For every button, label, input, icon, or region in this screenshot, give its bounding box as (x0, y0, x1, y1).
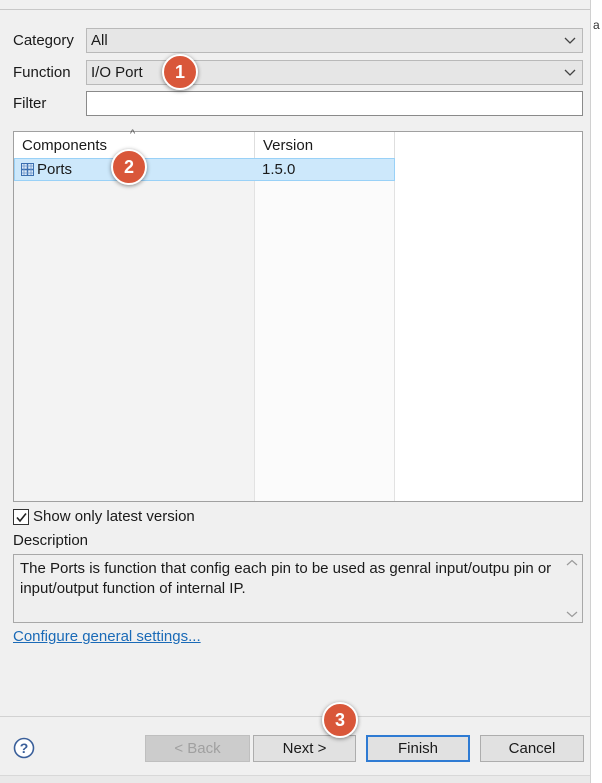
components-table[interactable]: Components ^ Version Ports 1.5.0 (13, 128, 583, 502)
function-value: I/O Port (91, 64, 143, 81)
description-scrollbar[interactable] (563, 556, 581, 621)
function-label: Function (13, 64, 71, 81)
checkmark-icon (16, 513, 27, 523)
component-version: 1.5.0 (262, 161, 296, 178)
button-bar-separator (0, 716, 590, 717)
background-text-fragment: a (593, 18, 600, 32)
help-icon[interactable]: ? (13, 737, 35, 759)
scroll-down-icon[interactable] (566, 610, 578, 618)
function-select[interactable]: I/O Port (86, 60, 583, 85)
next-button[interactable]: Next > (253, 735, 356, 762)
cancel-button[interactable]: Cancel (480, 735, 584, 762)
description-text-area[interactable]: The Ports is function that config each p… (13, 554, 583, 623)
chevron-down-icon (564, 37, 576, 44)
table-row[interactable]: Ports 1.5.0 (14, 158, 395, 181)
filter-label: Filter (13, 95, 47, 112)
expand-plus-icon[interactable] (21, 163, 34, 176)
category-select[interactable]: All (86, 28, 583, 53)
step-badge-2: 2 (111, 149, 147, 185)
step-badge-3: 3 (322, 702, 358, 738)
chevron-down-icon (564, 69, 576, 76)
version-column-bg (255, 132, 395, 501)
version-column-header[interactable]: Version (255, 132, 395, 158)
svg-text:?: ? (20, 740, 29, 756)
show-latest-checkbox[interactable] (13, 509, 29, 525)
components-column-bg (14, 132, 255, 501)
background-window-edge: a (590, 0, 602, 783)
sort-ascending-icon: ^ (130, 128, 136, 140)
components-header-label: Components (22, 137, 108, 154)
scroll-up-icon[interactable] (566, 559, 578, 567)
top-separator (0, 9, 590, 10)
step-badge-1: 1 (162, 54, 198, 90)
description-label: Description (13, 532, 89, 549)
configure-settings-link[interactable]: Configure general settings... (13, 628, 201, 645)
window-bottom-edge (0, 775, 590, 783)
description-text: The Ports is function that config each p… (20, 560, 552, 597)
version-header-label: Version (263, 137, 314, 154)
component-name: Ports (37, 161, 73, 178)
category-label: Category (13, 32, 74, 49)
show-latest-label[interactable]: Show only latest version (33, 508, 195, 525)
finish-button[interactable]: Finish (366, 735, 470, 762)
back-button[interactable]: < Back (145, 735, 250, 762)
category-value: All (91, 32, 108, 49)
filter-input[interactable] (86, 91, 583, 116)
